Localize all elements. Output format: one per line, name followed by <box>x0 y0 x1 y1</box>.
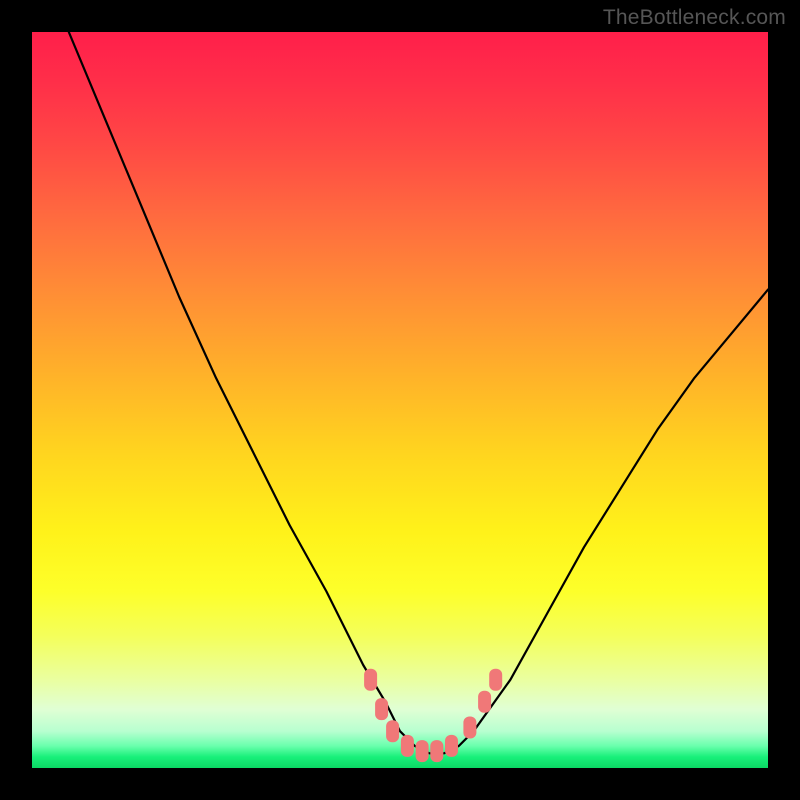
bottleneck-curve <box>69 32 768 753</box>
curve-marker <box>401 735 414 757</box>
curve-marker <box>364 669 377 691</box>
plot-area <box>32 32 768 768</box>
watermark-text: TheBottleneck.com <box>603 6 786 30</box>
curve-marker <box>416 740 429 762</box>
curve-layer <box>32 32 768 768</box>
curve-marker <box>478 691 491 713</box>
chart-frame: TheBottleneck.com <box>0 0 800 800</box>
curve-marker <box>489 669 502 691</box>
curve-marker <box>463 717 476 739</box>
curve-marker <box>386 720 399 742</box>
curve-marker <box>445 735 458 757</box>
curve-marker <box>375 698 388 720</box>
curve-marker <box>430 740 443 762</box>
